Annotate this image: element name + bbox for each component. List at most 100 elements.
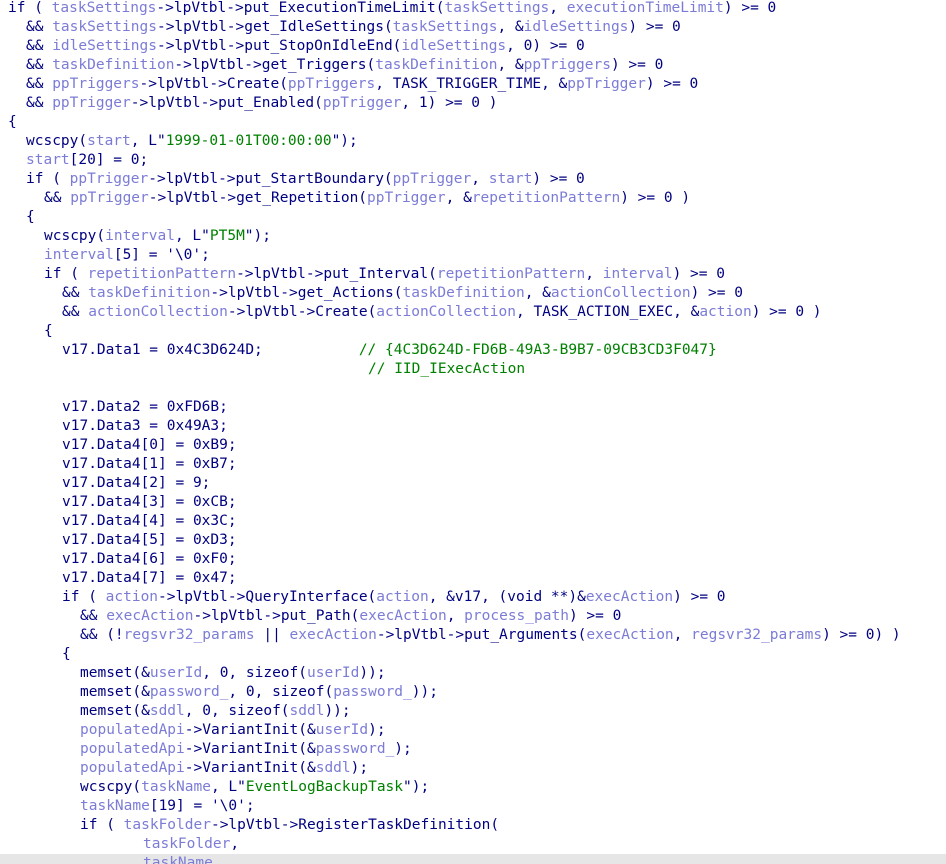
code-line[interactable]: && taskSettings->lpVtbl->get_IdleSetting… (0, 18, 681, 37)
code-variable[interactable]: executionTimeLimit (567, 0, 724, 16)
code-variable[interactable]: ppTrigger (323, 95, 402, 111)
code-variable[interactable]: ppTriggers (288, 76, 375, 92)
code-variable[interactable]: ppTrigger (393, 171, 472, 187)
code-variable[interactable]: ppTrigger (367, 190, 446, 206)
code-variable[interactable]: repetitionPattern (472, 190, 620, 206)
code-variable[interactable]: actionCollection (551, 285, 691, 301)
code-variable[interactable]: populatedApi (80, 741, 185, 757)
code-variable[interactable]: execAction (359, 608, 446, 624)
code-variable[interactable]: idleSettings (524, 19, 629, 35)
code-line[interactable]: populatedApi->VariantInit(&sddl); (0, 759, 368, 778)
code-variable[interactable]: start (87, 133, 131, 149)
code-variable[interactable]: populatedApi (80, 722, 185, 738)
code-variable[interactable]: execAction (586, 627, 673, 643)
code-variable[interactable]: taskFolder (124, 817, 211, 833)
code-line[interactable]: wcscpy(start, L"1999-01-01T00:00:00"); (0, 132, 358, 151)
code-line[interactable]: taskName[19] = '\0'; (0, 797, 255, 816)
code-variable[interactable]: taskName (80, 798, 150, 814)
code-line[interactable]: v17.Data4[4] = 0x3C; (0, 512, 237, 531)
code-variable[interactable]: ppTriggers (52, 76, 139, 92)
code-variable[interactable]: repetitionPattern (437, 266, 585, 282)
code-line[interactable]: && ppTriggers->lpVtbl->Create(ppTriggers… (0, 75, 698, 94)
code-line[interactable]: if ( repetitionPattern->lpVtbl->put_Inte… (0, 265, 725, 284)
code-line[interactable]: memset(&userId, 0, sizeof(userId)); (0, 664, 386, 683)
code-variable[interactable]: taskDefinition (88, 285, 210, 301)
code-line[interactable]: && ppTrigger->lpVtbl->get_Repetition(ppT… (0, 189, 690, 208)
code-variable[interactable]: repetitionPattern (88, 266, 236, 282)
code-line[interactable] (0, 379, 8, 398)
code-variable[interactable]: sddl (150, 703, 185, 719)
code-line[interactable]: start[20] = 0; (0, 151, 148, 170)
code-line[interactable]: v17.Data4[1] = 0xB7; (0, 455, 237, 474)
code-variable[interactable]: taskSettings (52, 0, 157, 16)
code-line[interactable]: populatedApi->VariantInit(&userId); (0, 721, 386, 740)
code-variable[interactable]: ppTrigger (70, 190, 149, 206)
code-line[interactable]: && execAction->lpVtbl->put_Path(execActi… (0, 607, 621, 626)
code-variable[interactable]: ppTriggers (524, 57, 611, 73)
code-variable[interactable]: ppTrigger (52, 95, 131, 111)
code-line[interactable]: { (0, 322, 53, 341)
code-line[interactable]: wcscpy(interval, L"PT5M"); (0, 227, 271, 246)
code-line[interactable]: && taskDefinition->lpVtbl->get_Actions(t… (0, 284, 743, 303)
code-line[interactable]: && (!regsvr32_params || execAction->lpVt… (0, 626, 901, 645)
code-variable[interactable]: taskFolder (143, 836, 230, 852)
code-variable[interactable]: password_ (150, 684, 229, 700)
code-variable[interactable]: userId (150, 665, 202, 681)
code-variable[interactable]: action (106, 589, 158, 605)
code-variable[interactable]: ppTrigger (70, 171, 149, 187)
code-line[interactable]: { (0, 645, 71, 664)
code-line[interactable]: v17.Data4[2] = 9; (0, 474, 210, 493)
code-variable[interactable]: execAction (106, 608, 193, 624)
code-line[interactable]: taskFolder, (0, 835, 239, 854)
code-variable[interactable]: sddl (316, 760, 351, 776)
code-variable[interactable]: taskSettings (52, 19, 157, 35)
code-variable[interactable]: interval (44, 247, 114, 263)
code-variable[interactable]: password_ (333, 684, 412, 700)
code-variable[interactable]: sddl (290, 703, 325, 719)
code-line[interactable]: if ( ppTrigger->lpVtbl->put_StartBoundar… (0, 170, 585, 189)
code-variable[interactable]: taskDefinition (375, 57, 497, 73)
code-variable[interactable]: start (489, 171, 533, 187)
code-variable[interactable]: ppTrigger (567, 76, 646, 92)
code-variable[interactable]: interval (603, 266, 673, 282)
code-variable[interactable]: interval (105, 228, 175, 244)
code-line[interactable]: v17.Data4[3] = 0xCB; (0, 493, 237, 512)
code-line[interactable]: v17.Data4[7] = 0x47; (0, 569, 237, 588)
code-variable[interactable]: regsvr32_params (691, 627, 822, 643)
code-variable[interactable]: action (376, 589, 428, 605)
code-line[interactable]: && ppTrigger->lpVtbl->put_Enabled(ppTrig… (0, 94, 497, 113)
code-line[interactable]: memset(&sddl, 0, sizeof(sddl)); (0, 702, 351, 721)
code-variable[interactable]: userId (307, 665, 359, 681)
code-variable[interactable]: taskSettings (445, 0, 550, 16)
code-variable[interactable]: taskName (141, 779, 211, 795)
pseudocode-view[interactable]: if ( taskSettings->lpVtbl->put_Execution… (0, 0, 946, 864)
code-variable[interactable]: actionCollection (88, 304, 228, 320)
code-variable[interactable]: actionCollection (376, 304, 516, 320)
code-line[interactable]: if ( action->lpVtbl->QueryInterface(acti… (0, 588, 726, 607)
code-variable[interactable]: regsvr32_params (124, 627, 255, 643)
code-line[interactable]: // IID_IExecAction (0, 360, 525, 379)
code-line[interactable]: v17.Data1 = 0x4C3D624D; // {4C3D624D-FD6… (0, 341, 717, 360)
code-variable[interactable]: userId (316, 722, 368, 738)
code-line[interactable]: interval[5] = '\0'; (0, 246, 210, 265)
code-line[interactable]: memset(&password_, 0, sizeof(password_))… (0, 683, 438, 702)
code-variable[interactable]: idleSettings (52, 38, 157, 54)
code-variable[interactable]: start (26, 152, 70, 168)
code-line[interactable]: if ( taskSettings->lpVtbl->put_Execution… (0, 0, 776, 18)
code-variable[interactable]: idleSettings (401, 38, 506, 54)
code-variable[interactable]: taskDefinition (402, 285, 524, 301)
code-line[interactable]: wcscpy(taskName, L"EventLogBackupTask"); (0, 778, 429, 797)
code-variable[interactable]: process_path (464, 608, 569, 624)
code-line[interactable]: v17.Data4[5] = 0xD3; (0, 531, 237, 550)
code-line[interactable]: && taskDefinition->lpVtbl->get_Triggers(… (0, 56, 663, 75)
code-line[interactable]: { (0, 208, 35, 227)
code-line[interactable]: v17.Data3 = 0x49A3; (0, 417, 228, 436)
code-variable[interactable]: taskDefinition (52, 57, 174, 73)
code-line[interactable]: v17.Data2 = 0xFD6B; (0, 398, 228, 417)
code-line[interactable]: { (0, 113, 17, 132)
code-variable[interactable]: password_ (316, 741, 395, 757)
code-line[interactable]: if ( taskFolder->lpVtbl->RegisterTaskDef… (0, 816, 499, 835)
code-variable[interactable]: populatedApi (80, 760, 185, 776)
code-variable[interactable]: taskName (143, 855, 213, 864)
code-line[interactable]: v17.Data4[6] = 0xF0; (0, 550, 237, 569)
